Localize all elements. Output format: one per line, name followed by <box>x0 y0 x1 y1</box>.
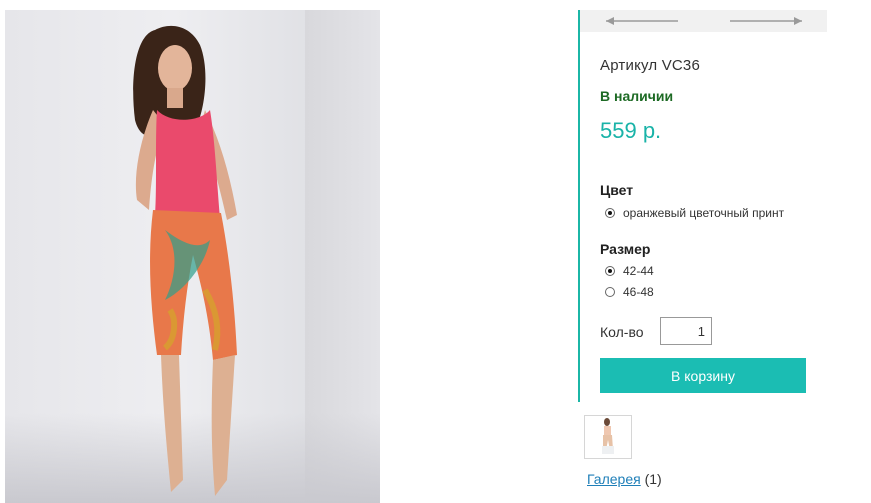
size-option-46-48[interactable]: 46-48 <box>605 284 654 300</box>
radio-button[interactable] <box>605 208 615 218</box>
product-photo[interactable] <box>5 10 380 503</box>
product-sku: Артикул VC36 <box>600 57 701 74</box>
add-to-cart-button[interactable]: В корзину <box>600 358 806 393</box>
size-option-title: Размер <box>600 241 651 257</box>
color-option-orange-floral[interactable]: оранжевый цветочный принт <box>605 205 784 221</box>
radio-button[interactable] <box>605 266 615 276</box>
size-option-42-44[interactable]: 42-44 <box>605 263 654 279</box>
product-info-panel: Артикул VC36 В наличии 559 р. Цвет оранж… <box>578 10 827 402</box>
product-price: 559 р. <box>600 118 662 143</box>
stock-status: В наличии <box>600 88 674 104</box>
size-option-label: 42-44 <box>623 264 654 278</box>
thumbnail-model-image <box>585 416 631 458</box>
color-option-title: Цвет <box>600 182 634 198</box>
arrow-left-icon[interactable] <box>602 13 682 29</box>
gallery-link[interactable]: Галерея <box>587 471 641 487</box>
radio-button[interactable] <box>605 287 615 297</box>
quantity-label: Кол-во <box>600 324 644 340</box>
quantity-input[interactable] <box>660 317 712 345</box>
gallery-line: Галерея (1) <box>587 471 662 487</box>
size-option-label: 46-48 <box>623 285 654 299</box>
gallery-count: (1) <box>644 471 662 487</box>
arrow-right-icon[interactable] <box>726 13 806 29</box>
gallery-thumbnail[interactable] <box>584 415 632 459</box>
model-figure <box>133 25 237 496</box>
color-option-label: оранжевый цветочный принт <box>623 206 785 220</box>
product-nav-strip <box>580 10 827 32</box>
